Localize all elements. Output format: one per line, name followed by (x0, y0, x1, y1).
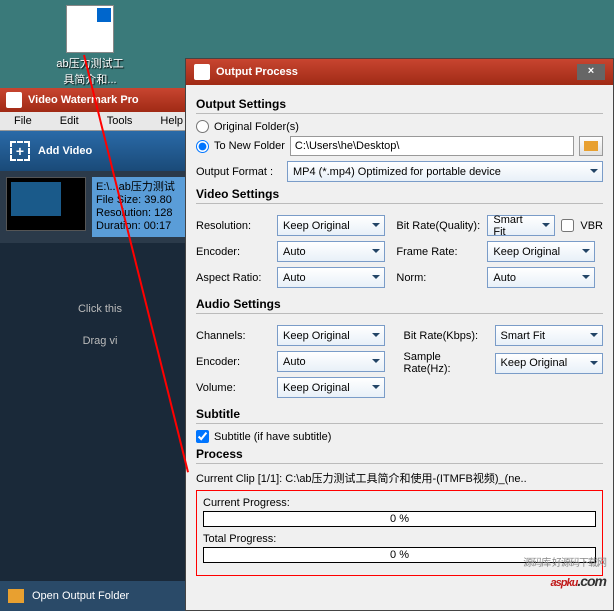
samplerate-label: Sample Rate(Hz): (404, 351, 489, 375)
original-folder-radio[interactable] (196, 120, 209, 133)
file-icon (66, 5, 114, 53)
watermark-sub: 源码库 好源码下载网 (523, 554, 606, 569)
aspect-label: Aspect Ratio: (196, 272, 271, 284)
add-video-button[interactable]: + Add Video (0, 131, 200, 171)
channels-combo[interactable]: Keep Original (277, 325, 385, 346)
vencoder-label: Encoder: (196, 246, 271, 258)
resolution-label: Resolution: (196, 220, 271, 232)
volume-combo[interactable]: Keep Original (277, 377, 385, 398)
main-titlebar: Video Watermark Pro (0, 88, 200, 112)
drop-hint-area: Click this Drag vi (0, 243, 200, 347)
desktop-icon-label: ab压力测试工具简介和... (55, 55, 125, 87)
main-title-text: Video Watermark Pro (28, 94, 139, 106)
original-folder-label: Original Folder(s) (214, 121, 299, 133)
dialog-titlebar: Output Process × (186, 59, 613, 85)
output-settings-header: Output Settings (196, 97, 603, 111)
resolution-combo[interactable]: Keep Original (277, 215, 385, 236)
open-output-folder-button[interactable]: Open Output Folder (0, 581, 200, 611)
close-button[interactable]: × (577, 64, 605, 80)
menu-edit[interactable]: Edit (46, 112, 93, 130)
plus-icon: + (10, 141, 30, 161)
browse-folder-button[interactable] (579, 136, 603, 156)
subtitle-checkbox[interactable] (196, 430, 209, 443)
desktop-file-icon[interactable]: ab压力测试工具简介和... (55, 5, 125, 87)
file-size: File Size: 39.80 (96, 194, 190, 207)
aencoder-label: Encoder: (196, 356, 271, 368)
framerate-combo[interactable]: Keep Original (487, 241, 595, 262)
vbr-checkbox[interactable] (561, 219, 574, 232)
menu-bar: File Edit Tools Help (0, 112, 200, 131)
current-progress-label: Current Progress: (203, 497, 596, 509)
vencoder-combo[interactable]: Auto (277, 241, 385, 262)
abitrate-combo[interactable]: Smart Fit (495, 325, 603, 346)
dialog-logo-icon (194, 64, 210, 80)
page-watermark: 源码库 好源码下载网 aspku.com (551, 562, 606, 593)
output-process-dialog: Output Process × Output Settings Origina… (185, 58, 614, 611)
file-resolution: Resolution: 128 (96, 207, 190, 220)
aspect-combo[interactable]: Auto (277, 267, 385, 288)
aencoder-combo[interactable]: Auto (277, 351, 385, 372)
vbitrate-combo[interactable]: Smart Fit (487, 215, 555, 236)
channels-label: Channels: (196, 330, 271, 342)
hint-text-2: Drag vi (0, 335, 200, 347)
vbitrate-label: Bit Rate(Quality): (396, 220, 481, 232)
file-path: E:\..\ab压力测试 (96, 181, 190, 194)
abitrate-label: Bit Rate(Kbps): (404, 330, 489, 342)
new-folder-label: To New Folder (214, 140, 285, 152)
hint-text-1: Click this (0, 303, 200, 315)
subtitle-label: Subtitle (if have subtitle) (214, 431, 331, 443)
new-folder-radio[interactable] (196, 140, 209, 153)
video-thumbnail (6, 177, 86, 231)
open-folder-label: Open Output Folder (32, 590, 129, 602)
vbr-label: VBR (580, 220, 603, 232)
dialog-title-text: Output Process (216, 66, 298, 78)
norm-label: Norm: (396, 272, 481, 284)
samplerate-combo[interactable]: Keep Original (495, 353, 603, 374)
file-info: E:\..\ab压力测试 File Size: 39.80 Resolution… (92, 177, 194, 237)
current-progress-bar: 0 % (203, 511, 596, 527)
menu-tools[interactable]: Tools (93, 112, 147, 130)
folder-path-input[interactable] (290, 136, 574, 156)
menu-file[interactable]: File (0, 112, 46, 130)
folder-icon (8, 589, 24, 603)
output-format-combo[interactable]: MP4 (*.mp4) Optimized for portable devic… (287, 161, 603, 182)
video-settings-header: Video Settings (196, 187, 603, 201)
audio-settings-header: Audio Settings (196, 297, 603, 311)
framerate-label: Frame Rate: (396, 246, 481, 258)
subtitle-header: Subtitle (196, 407, 603, 421)
total-progress-label: Total Progress: (203, 533, 596, 545)
process-header: Process (196, 447, 603, 461)
norm-combo[interactable]: Auto (487, 267, 595, 288)
output-format-label: Output Format : (196, 166, 281, 178)
add-video-label: Add Video (38, 145, 92, 157)
current-clip-text: Current Clip [1/1]: C:\ab压力测试工具简介和使用-(IT… (196, 470, 603, 486)
app-logo-icon (6, 92, 22, 108)
volume-label: Volume: (196, 382, 271, 394)
folder-icon (584, 141, 598, 151)
file-list-item[interactable]: E:\..\ab压力测试 File Size: 39.80 Resolution… (0, 171, 200, 243)
file-duration: Duration: 00:17 (96, 220, 190, 233)
main-app-window: Video Watermark Pro File Edit Tools Help… (0, 88, 200, 611)
